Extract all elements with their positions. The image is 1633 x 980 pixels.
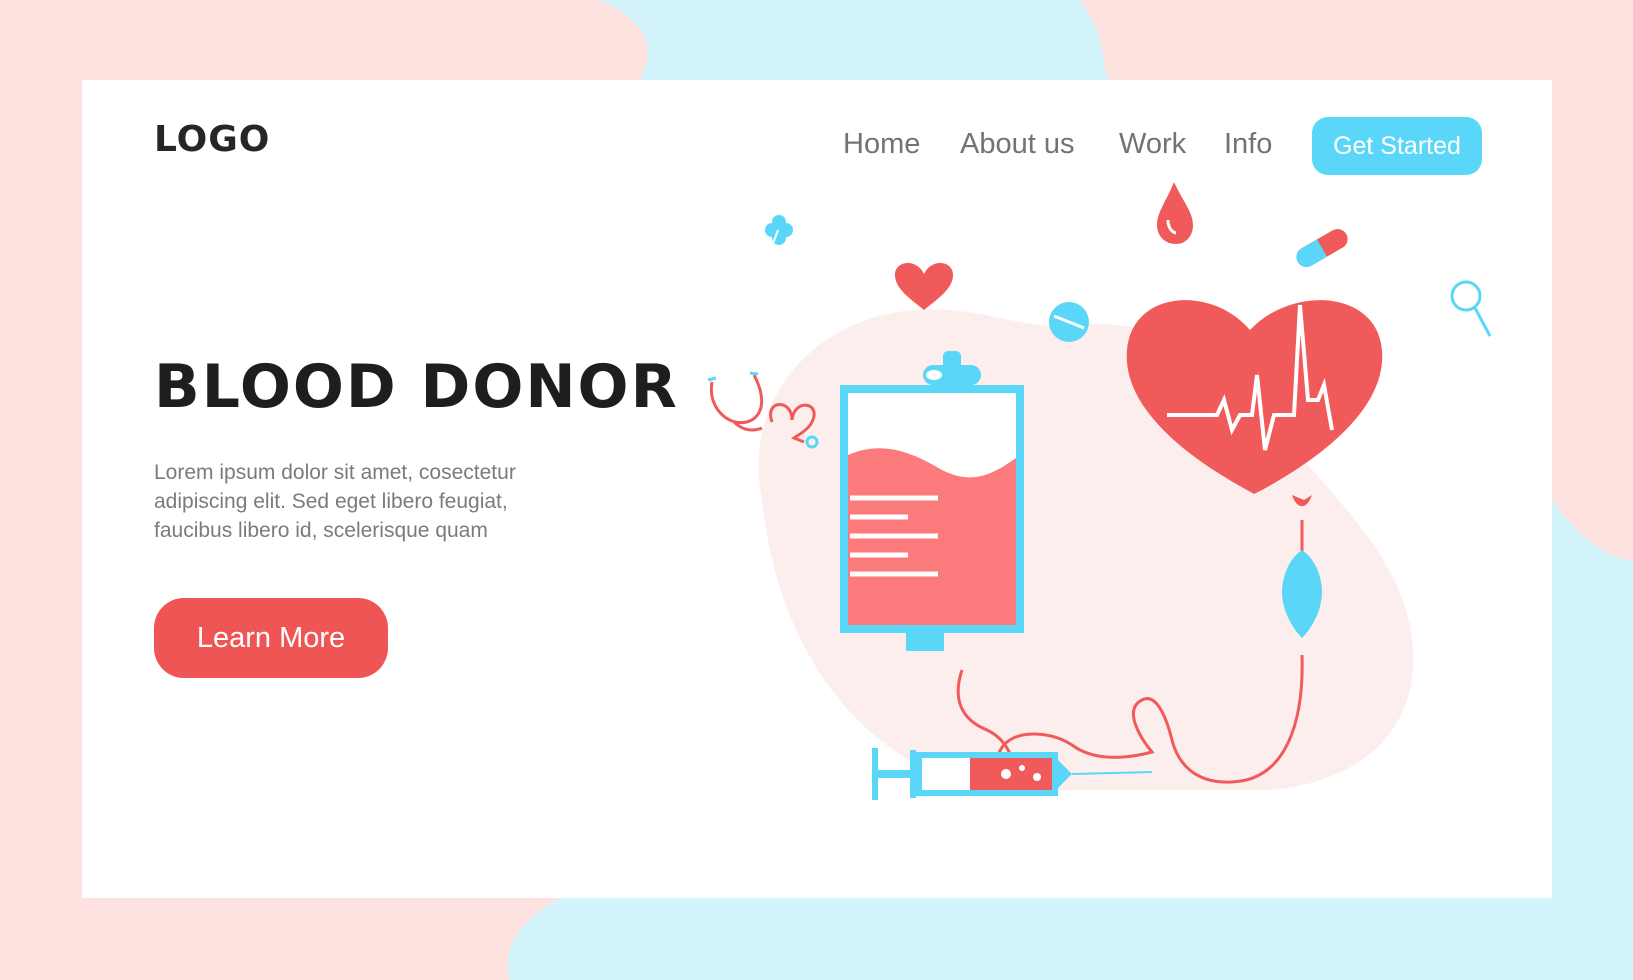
landing-card: LOGO Home About us Work Info Get Started… <box>82 80 1552 898</box>
blood-donation-illustration <box>707 182 1492 800</box>
small-heart-icon <box>894 262 954 310</box>
pill-capsule-icon <box>1296 229 1348 267</box>
round-pill-icon <box>1049 302 1089 342</box>
magnifier-icon <box>1450 280 1492 337</box>
blood-bag-icon <box>840 351 1024 651</box>
blood-drop-icon <box>1157 182 1193 244</box>
medical-cross-icon <box>765 215 793 247</box>
